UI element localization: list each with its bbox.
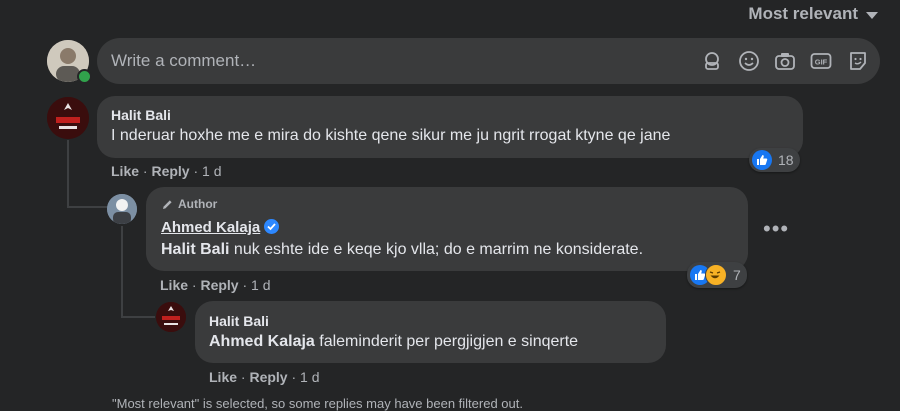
mention-link[interactable]: Halit Bali [161,241,229,258]
thread-line [121,316,155,318]
comment-actions: Like · Reply · 1 d [111,163,222,179]
reaction-summary[interactable]: 18 [749,148,800,172]
chevron-down-icon [866,11,878,19]
comment-bubble: Halit Bali Ahmed Kalaja faleminderit per… [195,301,666,363]
online-status-dot [77,69,92,84]
comment-actions: Like · Reply · 1 d [160,277,271,293]
verified-badge-icon [264,219,280,234]
comment-author[interactable]: Halit Bali [209,313,269,329]
mention-link[interactable]: Ahmed Kalaja [209,333,315,350]
comment-author-name[interactable]: Ahmed Kalaja [161,219,260,236]
comment-timestamp[interactable]: 1 d [202,163,221,179]
like-button[interactable]: Like [160,277,188,293]
filter-notice: "Most relevant" is selected, so some rep… [112,396,523,411]
reply-button[interactable]: Reply [249,369,287,385]
pencil-icon [163,199,172,209]
thread-line [67,140,69,206]
svg-text:GIF: GIF [815,58,828,67]
gif-icon[interactable]: GIF [810,50,832,72]
sort-label: Most relevant [748,4,858,23]
comment-text-body: nuk eshte ide e keqe kjo vlla; do e marr… [229,241,644,258]
comment-timestamp[interactable]: 1 d [251,277,270,293]
avatar[interactable] [107,194,137,224]
reply-button[interactable]: Reply [200,277,238,293]
camera-icon[interactable] [774,50,796,72]
avatar-sticker-icon[interactable] [701,50,723,72]
comment-input[interactable]: Write a comment… GIF [97,38,880,84]
haha-reaction-icon [705,264,727,286]
comment-author[interactable]: Halit Bali [111,107,171,123]
comment-bubble: Author Ahmed Kalaja Halit Bali nuk eshte… [146,187,748,271]
thread-line [121,226,123,316]
reaction-summary[interactable]: 7 [687,262,747,288]
like-reaction-icon [752,150,772,170]
sticker-icon[interactable] [847,50,869,72]
avatar[interactable] [47,97,89,139]
like-button[interactable]: Like [209,369,237,385]
comment-bubble: Halit Bali I nderuar hoxhe me e mira do … [97,96,803,158]
comment-text-body: faleminderit per pergjigjen e sinqerte [314,333,579,350]
reply-button[interactable]: Reply [151,163,189,179]
author-badge-label: Author [178,197,218,211]
avatar[interactable] [156,302,186,332]
comment-text: I nderuar hoxhe me e mira do kishte qene… [111,127,671,144]
comment-text: Ahmed Kalaja faleminderit per pergjigjen… [209,333,578,351]
reaction-count: 7 [733,267,741,283]
more-options-button[interactable]: ••• [763,216,789,242]
sort-dropdown[interactable]: Most relevant [748,4,878,24]
author-badge: Author [161,197,217,211]
comment-author[interactable]: Ahmed Kalaja [161,219,280,236]
like-button[interactable]: Like [111,163,139,179]
thread-line [67,206,107,208]
comment-input-placeholder: Write a comment… [111,51,257,70]
comment-text: Halit Bali nuk eshte ide e keqe kjo vlla… [161,241,643,259]
comment-timestamp[interactable]: 1 d [300,369,319,385]
emoji-icon[interactable] [738,50,760,72]
comment-actions: Like · Reply · 1 d [209,369,320,385]
reaction-count: 18 [778,152,794,168]
